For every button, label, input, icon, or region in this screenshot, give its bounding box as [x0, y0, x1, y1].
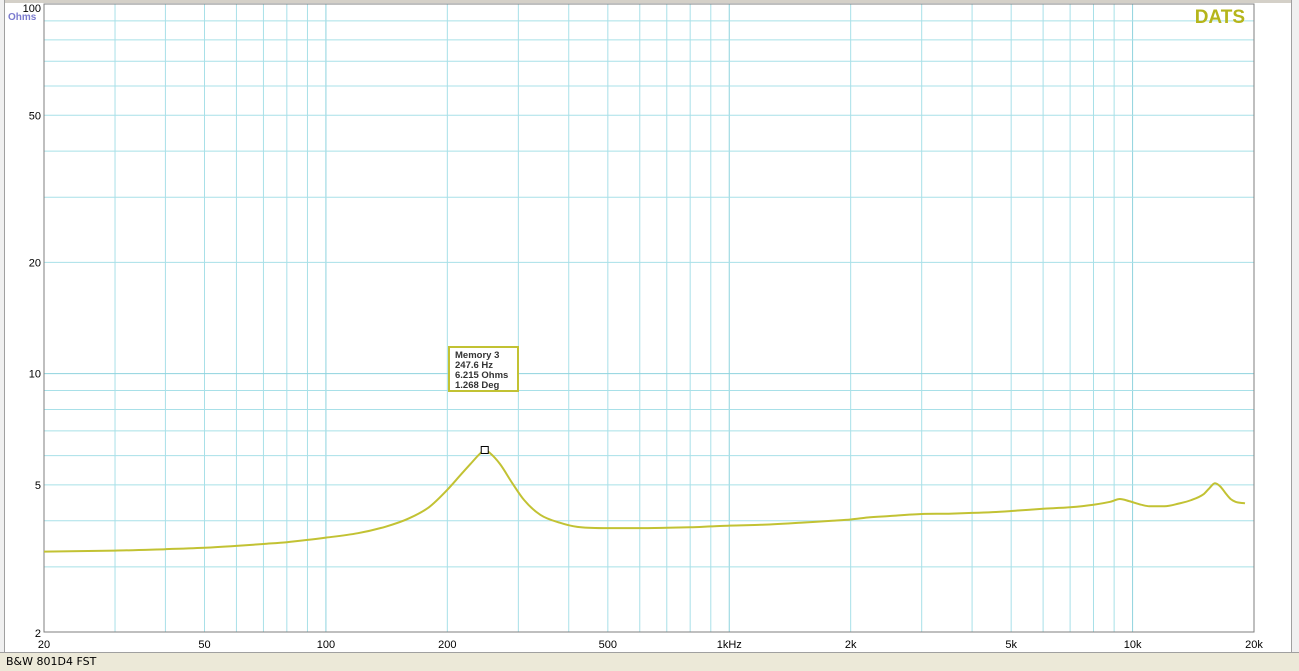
marker-readout-line: 1.268 Deg	[455, 380, 500, 391]
y-tick-label: 2	[35, 628, 41, 640]
status-bar: B&W 801D4 FST	[0, 652, 1299, 671]
x-tick-label: 20	[38, 639, 50, 651]
x-tick-label: 5k	[1005, 639, 1017, 651]
grid	[43, 3, 1255, 633]
x-tick-label: 500	[599, 639, 617, 651]
series-layer	[43, 449, 1246, 553]
x-tick-label: 20k	[1245, 639, 1263, 651]
y-tick-label: 50	[29, 110, 41, 122]
impedance-chart[interactable]: 20 50 100 200 500 1kHz 2k 5k 10k 20k 25102050100 …	[0, 0, 1299, 652]
y-tick-label: 20	[29, 257, 41, 269]
y-axis-unit-label: Ohms	[8, 12, 37, 23]
x-tick-label: 10k	[1124, 639, 1142, 651]
status-bar-label: B&W 801D4 FST	[6, 655, 97, 668]
x-axis-ticks: 20 50 100 200 500 1kHz 2k 5k 10k 20k	[38, 639, 1263, 651]
x-tick-label: 200	[438, 639, 456, 651]
x-tick-label: 2k	[845, 639, 857, 651]
marker-point	[480, 445, 489, 454]
y-axis-ticks: 25102050100	[23, 3, 41, 640]
x-tick-label: 50	[198, 639, 210, 651]
chart-window: 20 50 100 200 500 1kHz 2k 5k 10k 20k 2 5 10 20 50 100 …	[0, 0, 1299, 671]
y-tick-label: 10	[29, 369, 41, 381]
x-tick-label: 100	[317, 639, 335, 651]
x-tick-label: 1kHz	[717, 639, 742, 651]
y-tick-label: 5	[35, 480, 41, 492]
memory-marker[interactable]: Memory 3247.6 Hz6.215 Ohms1.268 Deg	[448, 346, 519, 454]
dats-logo-text: DATS	[1195, 7, 1245, 28]
plot-border	[43, 3, 1255, 633]
impedance-curve	[43, 449, 1246, 553]
